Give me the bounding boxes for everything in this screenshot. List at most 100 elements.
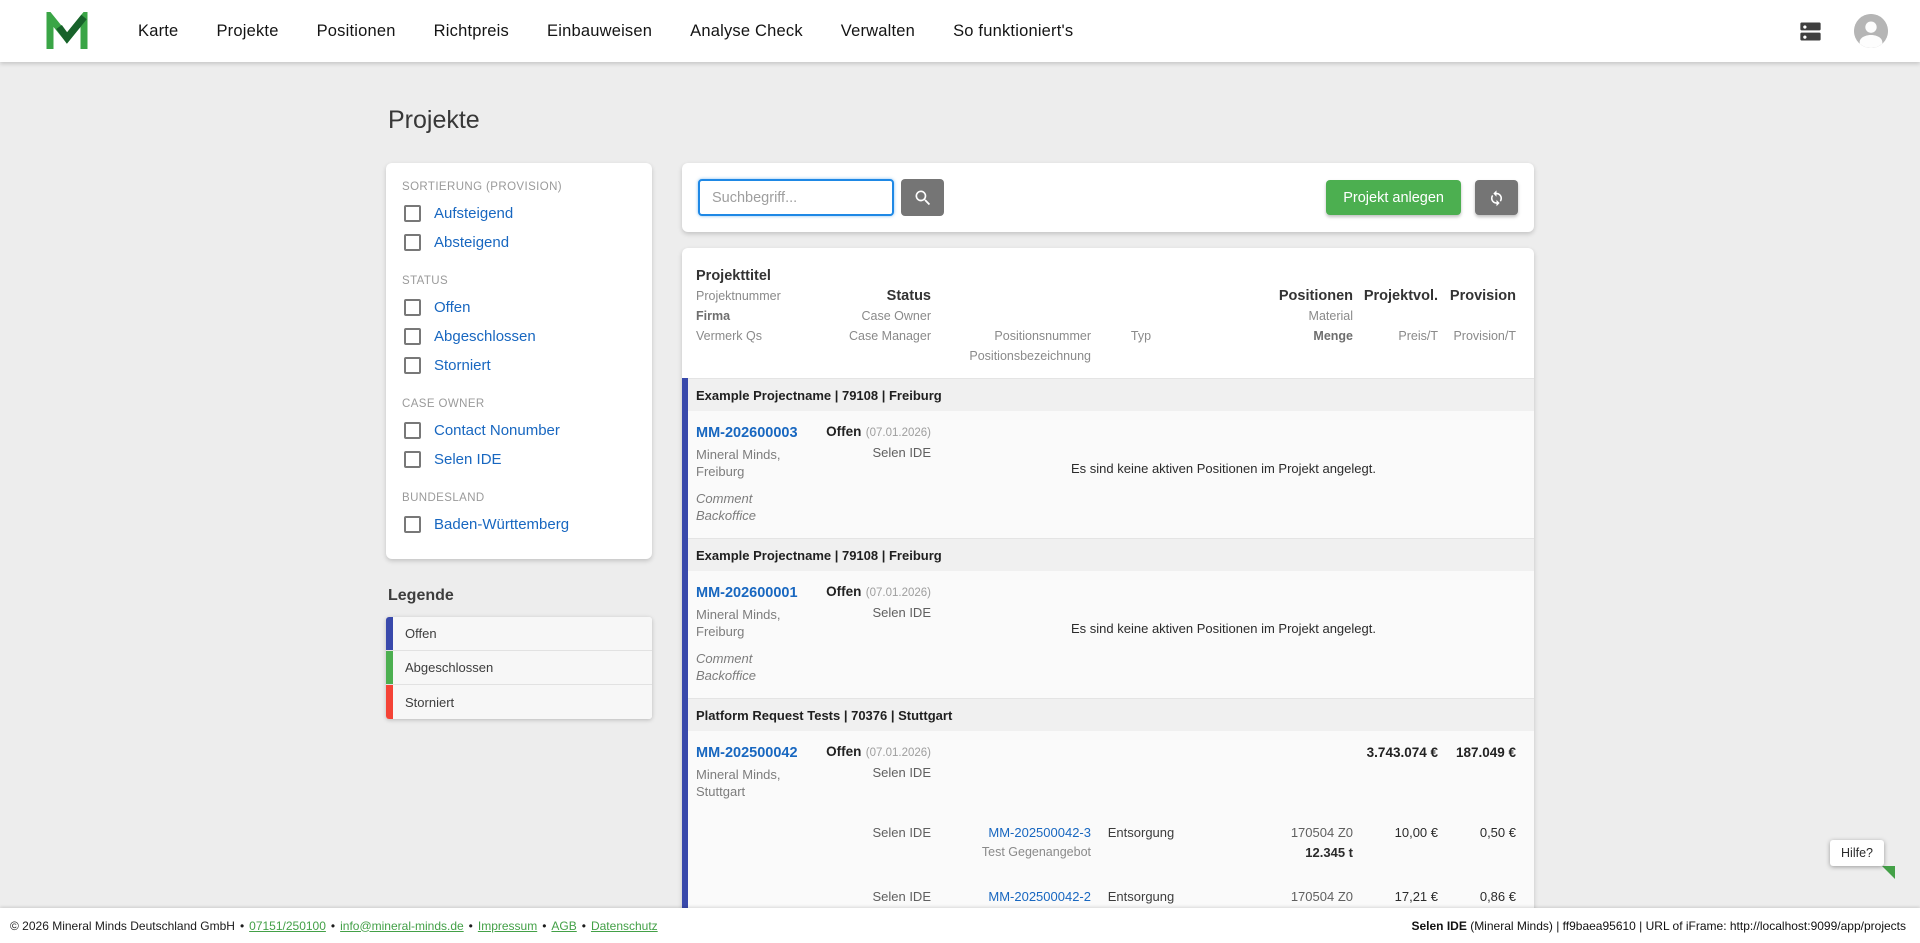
project-row[interactable]: MM-202600001 Mineral Minds, Freiburg Com… [688, 571, 1534, 698]
checkbox-icon[interactable] [404, 451, 421, 468]
project-row[interactable]: MM-202500042 Mineral Minds, Stuttgart Of… [688, 731, 1534, 814]
filter-option-aufsteigend[interactable]: Aufsteigend [402, 199, 636, 228]
separator: • [240, 919, 244, 933]
agb-link[interactable]: AGB [551, 919, 576, 933]
session-info: Selen IDE (Mineral Minds) | ff9baea95610… [1412, 919, 1907, 933]
position-row[interactable]: Selen IDE MM-202500042-3 Test Gegenangeb… [688, 814, 1534, 878]
position-provision-t: 0,50 € [1438, 824, 1516, 861]
filter-section-bundesland: BUNDESLAND Baden-Württemberg [402, 492, 636, 539]
col-vermerk-qs: Vermerk Qs [696, 326, 826, 346]
position-preis-t: 10,00 € [1353, 824, 1438, 861]
project-row[interactable]: MM-202600003 Mineral Minds, Freiburg Com… [688, 411, 1534, 538]
filter-panel: SORTIERUNG (PROVISION) Aufsteigend Abste… [386, 163, 652, 559]
position-number-link[interactable]: MM-202500042-2 [988, 889, 1091, 904]
filter-section-title: STATUS [402, 275, 636, 287]
search-toolbar: Projekt anlegen [682, 163, 1534, 232]
footer: © 2026 Mineral Minds Deutschland GmbH • … [0, 908, 1920, 943]
filter-section-title: CASE OWNER [402, 398, 636, 410]
nav-item-projekte[interactable]: Projekte [216, 22, 278, 41]
projects-table: Projekttitel Projektnummer Firma Vermerk… [682, 248, 1534, 943]
filter-option-storniert[interactable]: Storniert [402, 351, 636, 380]
refresh-button[interactable] [1475, 180, 1518, 215]
project-firma: Mineral Minds, Freiburg [696, 606, 808, 640]
col-menge: Menge [1191, 326, 1353, 346]
project-group-header[interactable]: Platform Request Tests | 70376 | Stuttga… [688, 698, 1534, 731]
col-projekttitel[interactable]: Projekttitel [696, 266, 826, 286]
checkbox-icon[interactable] [404, 234, 421, 251]
project-group-header[interactable]: Example Projectname | 79108 | Freiburg [688, 378, 1534, 411]
filter-option-offen[interactable]: Offen [402, 293, 636, 322]
nav-item-analyse-check[interactable]: Analyse Check [690, 22, 803, 41]
position-number-link[interactable]: MM-202500042-3 [988, 825, 1091, 840]
filter-option-absteigend[interactable]: Absteigend [402, 228, 636, 257]
checkbox-icon[interactable] [404, 205, 421, 222]
checkbox-icon[interactable] [404, 516, 421, 533]
project-block: Example Projectname | 79108 | Freiburg M… [682, 538, 1534, 698]
project-number-link[interactable]: MM-202600003 [696, 423, 798, 443]
filter-section-title: BUNDESLAND [402, 492, 636, 504]
nav-item-verwalten[interactable]: Verwalten [841, 22, 915, 41]
device-icon[interactable] [1797, 18, 1824, 45]
avatar[interactable] [1854, 14, 1888, 48]
search-input[interactable] [698, 179, 894, 216]
col-status[interactable]: Status [826, 286, 931, 306]
legend: Offen Abgeschlossen Storniert [386, 617, 652, 719]
col-case-owner: Case Owner [826, 306, 931, 326]
col-positionsnummer: Positionsnummer [931, 326, 1091, 346]
checkbox-icon[interactable] [404, 357, 421, 374]
person-icon [1854, 14, 1888, 48]
checkbox-icon[interactable] [404, 422, 421, 439]
col-projektvol[interactable]: Projektvol. [1353, 286, 1438, 306]
col-positionsbezeichnung: Positionsbezeichnung [931, 346, 1091, 366]
impressum-link[interactable]: Impressum [478, 919, 537, 933]
position-typ: Entsorgung [1091, 824, 1191, 861]
col-provision-t: Provision/T [1450, 326, 1516, 346]
status-date: (07.01.2026) [866, 427, 931, 439]
search-icon [913, 188, 933, 208]
help-button[interactable]: Hilfe? [1830, 840, 1884, 866]
project-block: Example Projectname | 79108 | Freiburg M… [682, 378, 1534, 538]
top-nav: Karte Projekte Positionen Richtpreis Ein… [0, 0, 1920, 62]
datenschutz-link[interactable]: Datenschutz [591, 919, 658, 933]
col-positionen[interactable]: Positionen [1191, 286, 1353, 306]
position-case-manager: Selen IDE [826, 824, 931, 861]
col-preis-t: Preis/T [1353, 326, 1438, 346]
project-status: Offen (07.01.2026) [826, 743, 931, 761]
filter-option-abgeschlossen[interactable]: Abgeschlossen [402, 322, 636, 351]
legend-item-storniert: Storniert [386, 685, 652, 719]
nav-item-so-funktionierts[interactable]: So funktioniert's [953, 22, 1073, 41]
filter-option-contact-nonumber[interactable]: Contact Nonumber [402, 416, 636, 445]
email-link[interactable]: info@mineral-minds.de [340, 919, 464, 933]
status-date: (07.01.2026) [866, 747, 931, 759]
checkbox-icon[interactable] [404, 299, 421, 316]
phone-link[interactable]: 07151/250100 [249, 919, 326, 933]
project-volume: 3.743.074 € [1353, 743, 1438, 800]
checkbox-icon[interactable] [404, 328, 421, 345]
nav-item-einbauweisen[interactable]: Einbauweisen [547, 22, 652, 41]
session-details: (Mineral Minds) | ff9baea95610 | URL of … [1467, 919, 1906, 933]
position-material: 170504 Z0 [1191, 824, 1353, 842]
project-group-header[interactable]: Example Projectname | 79108 | Freiburg [688, 538, 1534, 571]
nav-item-karte[interactable]: Karte [138, 22, 178, 41]
empty-positions-message: Es sind keine aktiven Positionen im Proj… [931, 461, 1516, 486]
empty-positions-message: Es sind keine aktiven Positionen im Proj… [931, 621, 1516, 646]
help-widget-corner[interactable] [1882, 866, 1895, 879]
separator: • [331, 919, 335, 933]
project-number-link[interactable]: MM-202500042 [696, 743, 798, 763]
position-bezeichnung: Test Gegenangebot [931, 844, 1091, 861]
search-button[interactable] [901, 179, 944, 216]
nav-item-positionen[interactable]: Positionen [317, 22, 396, 41]
create-project-button[interactable]: Projekt anlegen [1326, 180, 1461, 215]
project-firma: Mineral Minds, Freiburg [696, 446, 808, 480]
app-logo[interactable] [46, 12, 88, 50]
col-firma: Firma [696, 306, 826, 326]
project-vermerk: Comment Backoffice [696, 490, 786, 524]
project-number-link[interactable]: MM-202600001 [696, 583, 798, 603]
status-label: Offen [826, 584, 861, 599]
col-provision[interactable]: Provision [1438, 286, 1516, 306]
col-material: Material [1191, 306, 1353, 326]
filter-option-baden-wuerttemberg[interactable]: Baden-Württemberg [402, 510, 636, 539]
nav-item-richtpreis[interactable]: Richtpreis [434, 22, 509, 41]
filter-option-selen-ide[interactable]: Selen IDE [402, 445, 636, 474]
project-firma: Mineral Minds, Stuttgart [696, 766, 808, 800]
